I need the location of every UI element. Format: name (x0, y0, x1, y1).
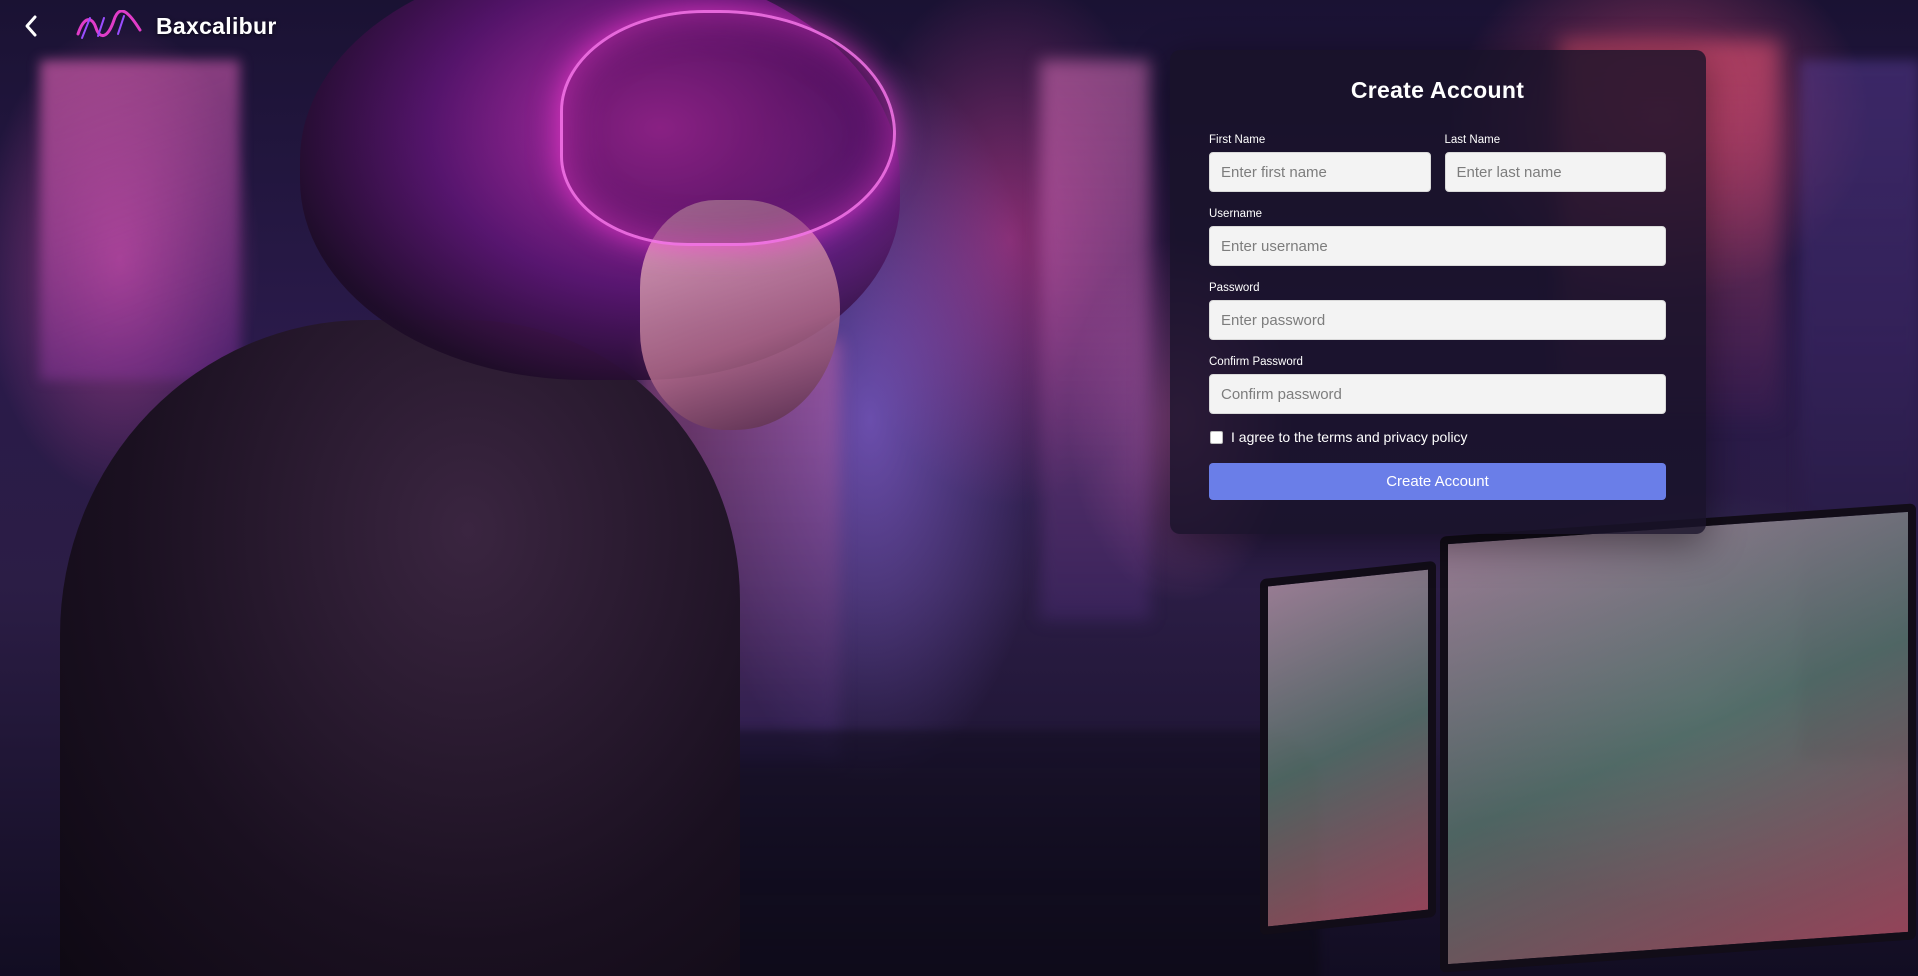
first-name-label: First Name (1209, 134, 1266, 146)
logo-icon (76, 10, 142, 39)
top-bar: Baxcalibur (0, 0, 400, 52)
first-name-field: First Name (1209, 132, 1431, 192)
last-name-input[interactable] (1444, 152, 1666, 192)
first-name-input[interactable] (1209, 152, 1431, 192)
background-building (1040, 60, 1150, 620)
username-input[interactable] (1209, 226, 1666, 266)
figure-body (60, 320, 740, 976)
chevron-left-icon (25, 15, 37, 37)
terms-label: I agree to the terms and privacy policy (1231, 429, 1468, 445)
username-label: Username (1209, 208, 1263, 220)
page: Baxcalibur Create Account First Name Las… (0, 0, 1918, 976)
name-row: First Name Last Name (1209, 132, 1666, 192)
brand-logo (74, 10, 144, 42)
password-input[interactable] (1209, 300, 1666, 340)
password-label: Password (1209, 282, 1260, 294)
terms-checkbox[interactable] (1210, 430, 1223, 444)
username-field: Username (1209, 206, 1666, 266)
password-field: Password (1209, 280, 1666, 340)
background-monitor (1260, 560, 1436, 936)
background-billboard (40, 60, 240, 380)
confirm-password-field: Confirm Password (1209, 354, 1666, 414)
background-monitor (1440, 503, 1916, 973)
last-name-label: Last Name (1444, 134, 1501, 146)
figure-visor (560, 10, 896, 246)
form-title: Create Account (1350, 77, 1525, 103)
back-button[interactable] (18, 13, 44, 39)
confirm-password-label: Confirm Password (1209, 356, 1303, 368)
create-account-card: Create Account First Name Last Name User… (1170, 50, 1706, 534)
create-account-button[interactable]: Create Account (1209, 463, 1666, 500)
last-name-field: Last Name (1444, 132, 1666, 192)
brand-name: Baxcalibur (156, 12, 277, 39)
confirm-password-input[interactable] (1209, 374, 1666, 414)
terms-agreement: I agree to the terms and privacy policy (1209, 427, 1666, 447)
